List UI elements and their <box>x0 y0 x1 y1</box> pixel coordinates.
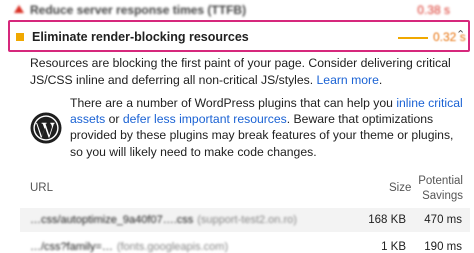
audit-row-server-response[interactable]: Reduce server response times (TTFB) 0.38… <box>14 0 464 20</box>
description-text: Resources are blocking the first paint o… <box>30 56 451 87</box>
fail-triangle-icon <box>14 5 24 13</box>
description-end: . <box>378 72 383 87</box>
resource-savings: 190 ms <box>424 241 462 253</box>
stack-pack-text-2: or <box>105 112 123 127</box>
audit-savings: 0.38 s <box>417 3 450 17</box>
resource-url[interactable]: …/css?family=… (fonts.googleapis.com) <box>30 241 228 253</box>
resource-url[interactable]: …css/autoptimize_9a40f07….css (support-te… <box>30 214 297 226</box>
stack-pack-text-1: There are a number of WordPress plugins … <box>70 96 397 110</box>
column-header-url: URL <box>30 182 54 194</box>
column-header-savings-line1: Potential <box>418 175 463 187</box>
table-row[interactable]: …css/autoptimize_9a40f07….css (support-te… <box>20 208 470 232</box>
table-row[interactable]: …/css?family=… (fonts.googleapis.com) 1 K… <box>20 235 470 253</box>
column-header-savings: Potential Savings <box>410 174 463 204</box>
learn-more-link[interactable]: Learn more <box>317 73 379 87</box>
savings-bar <box>398 37 428 39</box>
wordpress-logo-icon <box>30 112 62 144</box>
chevron-up-icon[interactable]: ⌃ <box>456 28 465 41</box>
audit-header-render-blocking[interactable]: Eliminate render-blocking resources 0.32… <box>8 20 470 52</box>
resource-host: (fonts.googleapis.com) <box>116 241 229 253</box>
resource-url-path: …css/autoptimize_9a40f07….css <box>30 214 194 226</box>
column-header-size: Size <box>389 182 412 194</box>
resource-savings: 470 ms <box>424 214 462 226</box>
resource-url-path: …/css?family=… <box>30 241 113 253</box>
resource-host: (support-test2.on.ro) <box>197 214 297 226</box>
audit-description: Resources are blocking the first paint o… <box>30 55 460 88</box>
defer-resources-link[interactable]: defer less important resources <box>123 112 287 126</box>
resource-size: 168 KB <box>368 214 406 226</box>
audit-title: Reduce server response times (TTFB) <box>30 3 247 17</box>
stack-pack-description: There are a number of WordPress plugins … <box>70 95 468 160</box>
average-square-icon <box>16 33 24 41</box>
audit-title: Eliminate render-blocking resources <box>32 30 249 44</box>
resource-size: 1 KB <box>381 241 406 253</box>
column-header-savings-line2: Savings <box>422 190 463 202</box>
